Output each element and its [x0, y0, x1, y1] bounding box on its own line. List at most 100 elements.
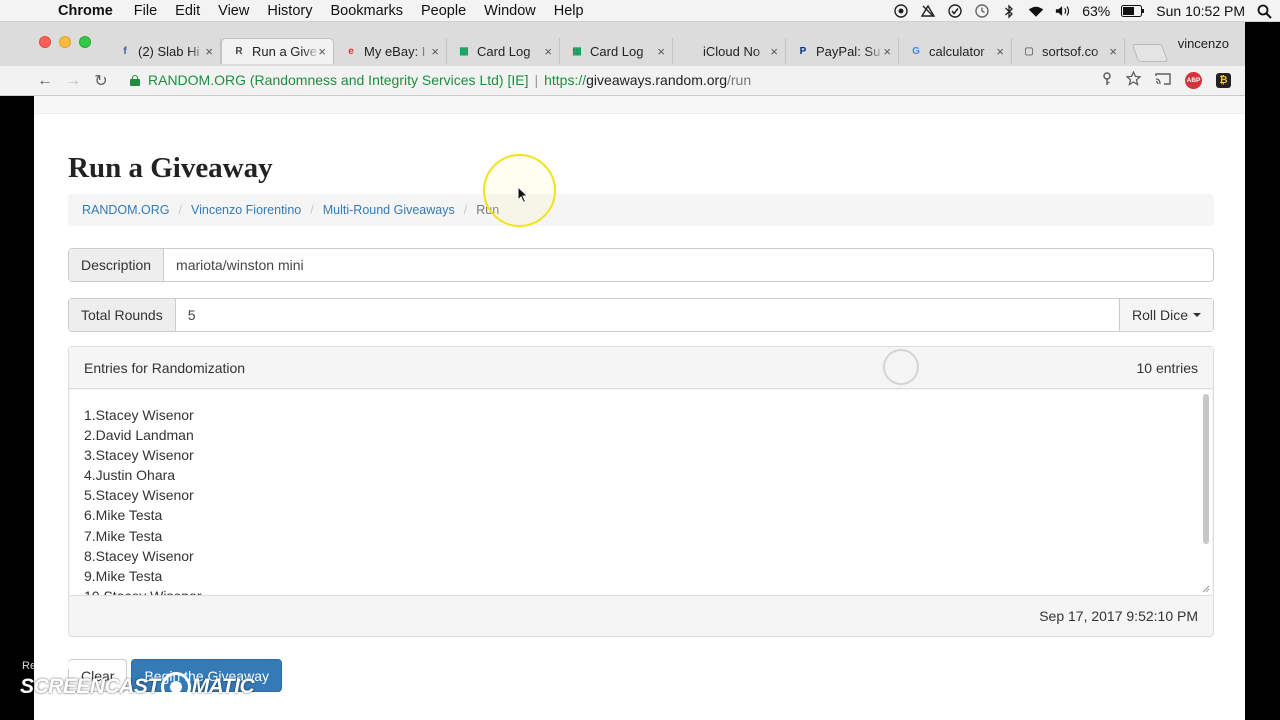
tab-title: sortsof.co — [1042, 43, 1099, 59]
tab-close-icon[interactable]: × — [657, 44, 665, 59]
menu-window[interactable]: Window — [475, 3, 545, 19]
forward-button[interactable]: → — [59, 72, 87, 90]
tab-7[interactable]: P PayPal: Su × — [786, 38, 899, 64]
tab-favicon-icon: G — [912, 45, 920, 57]
sync-icon[interactable] — [920, 3, 936, 19]
volume-icon[interactable] — [1055, 3, 1071, 19]
address-bar[interactable]: RANDOM.ORG (Randomness and Integrity Ser… — [120, 68, 1120, 92]
extension-icon[interactable]: ₿ — [1216, 72, 1231, 88]
description-field[interactable]: mariota/winston mini — [164, 249, 1213, 281]
total-rounds-group: Total Rounds 5 Roll Dice — [68, 298, 1214, 332]
resize-handle-icon[interactable] — [1202, 585, 1210, 593]
recorder-watermark: Recorded with SCREENCAST MATIC — [20, 660, 255, 702]
tab-close-icon[interactable]: × — [996, 44, 1004, 59]
tab-title: PayPal: Su — [816, 43, 881, 59]
back-button[interactable]: ← — [31, 72, 59, 90]
entry-item: 6.Mike Testa — [84, 507, 163, 524]
spotlight-search-icon[interactable] — [1256, 3, 1272, 19]
entry-item: 8.Stacey Wisenor — [84, 547, 194, 564]
tab-favicon-icon: e — [348, 45, 354, 57]
tab-1[interactable]: f (2) Slab Hi × — [108, 38, 221, 64]
status-area: 63% Sun 10:52 PM — [893, 0, 1272, 22]
entry-item: 10.Stacey Wisenor — [84, 587, 202, 596]
tab-close-icon[interactable]: × — [318, 44, 326, 59]
tab-title: Run a Give — [252, 44, 318, 59]
tab-3[interactable]: e My eBay: I × — [334, 38, 447, 64]
app-menu[interactable]: Chrome — [40, 3, 125, 19]
tab-close-icon[interactable]: × — [544, 44, 552, 59]
ev-certificate-label[interactable]: RANDOM.ORG (Randomness and Integrity Ser… — [148, 72, 528, 88]
menu-file[interactable]: File — [125, 3, 166, 19]
close-window-icon[interactable] — [39, 36, 51, 48]
reload-button[interactable]: ↻ — [87, 71, 115, 91]
clock[interactable]: Sun 10:52 PM — [1156, 3, 1245, 19]
menu-people[interactable]: People — [412, 3, 475, 19]
minimize-window-icon[interactable] — [59, 36, 71, 48]
entry-item: 2.David Landman — [84, 427, 194, 444]
breadcrumb-random-org[interactable]: RANDOM.ORG — [82, 203, 170, 217]
cast-icon[interactable] — [1155, 72, 1171, 89]
breadcrumb-separator: / — [310, 203, 314, 217]
time-machine-icon[interactable] — [974, 3, 990, 19]
checkmark-icon[interactable] — [947, 3, 963, 19]
entries-list: 1.Stacey Wisenor 2.David Landman 3.Stacey … — [70, 390, 1212, 596]
entry-item: 5.Stacey Wisenor — [84, 487, 194, 504]
tab-strip: f (2) Slab Hi × R Run a Give × e My eBay: I × ▦ Ca… — [0, 22, 1245, 66]
watermark-recorded-with: Recorded with — [22, 660, 93, 672]
tab-6[interactable]: iCloud No × — [673, 38, 786, 64]
tab-4[interactable]: ▦ Card Log × — [447, 38, 560, 64]
roll-dice-label: Roll Dice — [1131, 307, 1188, 323]
tab-8[interactable]: Gcalculator × — [899, 38, 1012, 64]
menu-edit[interactable]: Edit — [166, 3, 209, 19]
tab-close-icon[interactable]: × — [1109, 44, 1117, 59]
timestamp: Sep 17, 2017 9:52:10 PM — [1039, 608, 1198, 624]
wifi-icon[interactable] — [1028, 3, 1044, 19]
tab-title: (2) Slab Hi — [138, 43, 200, 59]
menu-history[interactable]: History — [258, 3, 321, 19]
menu-help[interactable]: Help — [545, 3, 593, 19]
breadcrumb: RANDOM.ORG / Vincenzo Fiorentino / Multi… — [68, 194, 1214, 226]
total-rounds-field[interactable]: 5 — [176, 299, 1119, 331]
battery-percent: 63% — [1082, 3, 1111, 19]
menu-view[interactable]: View — [209, 3, 258, 19]
key-icon[interactable] — [1102, 71, 1112, 89]
menu-bookmarks[interactable]: Bookmarks — [321, 3, 412, 19]
adblock-icon[interactable]: ABP — [1185, 71, 1202, 89]
tab-favicon-icon — [683, 44, 697, 58]
url-scheme: https:// — [544, 72, 587, 88]
tab-close-icon[interactable]: × — [205, 44, 213, 59]
tab-title: iCloud No — [703, 43, 761, 59]
breadcrumb-multi-round-giveaways[interactable]: Multi-Round Giveaways — [323, 203, 455, 217]
tab-9[interactable]: ▢ sortsof.co × — [1012, 38, 1125, 64]
entries-scrollbar[interactable] — [1203, 394, 1209, 544]
new-tab-button[interactable] — [1131, 44, 1169, 62]
lock-icon[interactable] — [130, 74, 140, 86]
tab-close-icon[interactable]: × — [883, 44, 891, 59]
tab-close-icon[interactable]: × — [770, 44, 778, 59]
tab-favicon-icon: ▦ — [572, 45, 582, 57]
tab-5[interactable]: ▦ Card Log × — [560, 38, 673, 64]
browser-toolbar: ← → ↻ RANDOM.ORG (Randomness and Integri… — [0, 66, 1245, 96]
profile-name[interactable]: vincenzo — [1178, 36, 1229, 51]
zoom-window-icon[interactable] — [79, 36, 91, 48]
bluetooth-icon[interactable] — [1001, 3, 1017, 19]
battery-icon[interactable] — [1121, 3, 1145, 19]
entries-count: 10 entries — [1136, 359, 1198, 376]
entry-item: 9.Mike Testa — [84, 567, 163, 584]
entry-item: 7.Mike Testa — [84, 527, 163, 544]
entry-item: 3.Stacey Wisenor — [84, 447, 194, 464]
tab-title: My eBay: I — [364, 43, 426, 59]
status-app-icon[interactable] — [893, 3, 909, 19]
roll-dice-dropdown[interactable]: Roll Dice — [1118, 299, 1213, 331]
entries-panel: Entries for Randomization 10 entries 1.S… — [68, 346, 1214, 637]
entries-panel-header: Entries for Randomization 10 entries — [69, 347, 1213, 389]
address-separator: | — [534, 72, 539, 88]
tab-close-icon[interactable]: × — [431, 44, 439, 59]
tab-title: Card Log — [477, 43, 531, 59]
watermark-brand-right: MATIC — [191, 675, 255, 698]
bookmark-star-icon[interactable] — [1125, 70, 1142, 89]
breadcrumb-user[interactable]: Vincenzo Fiorentino — [191, 203, 301, 217]
page-top-band — [34, 96, 1245, 114]
entries-textarea[interactable]: 1.Stacey Wisenor 2.David Landman 3.Stacey … — [70, 390, 1212, 596]
tab-2[interactable]: R Run a Give × — [221, 38, 334, 64]
